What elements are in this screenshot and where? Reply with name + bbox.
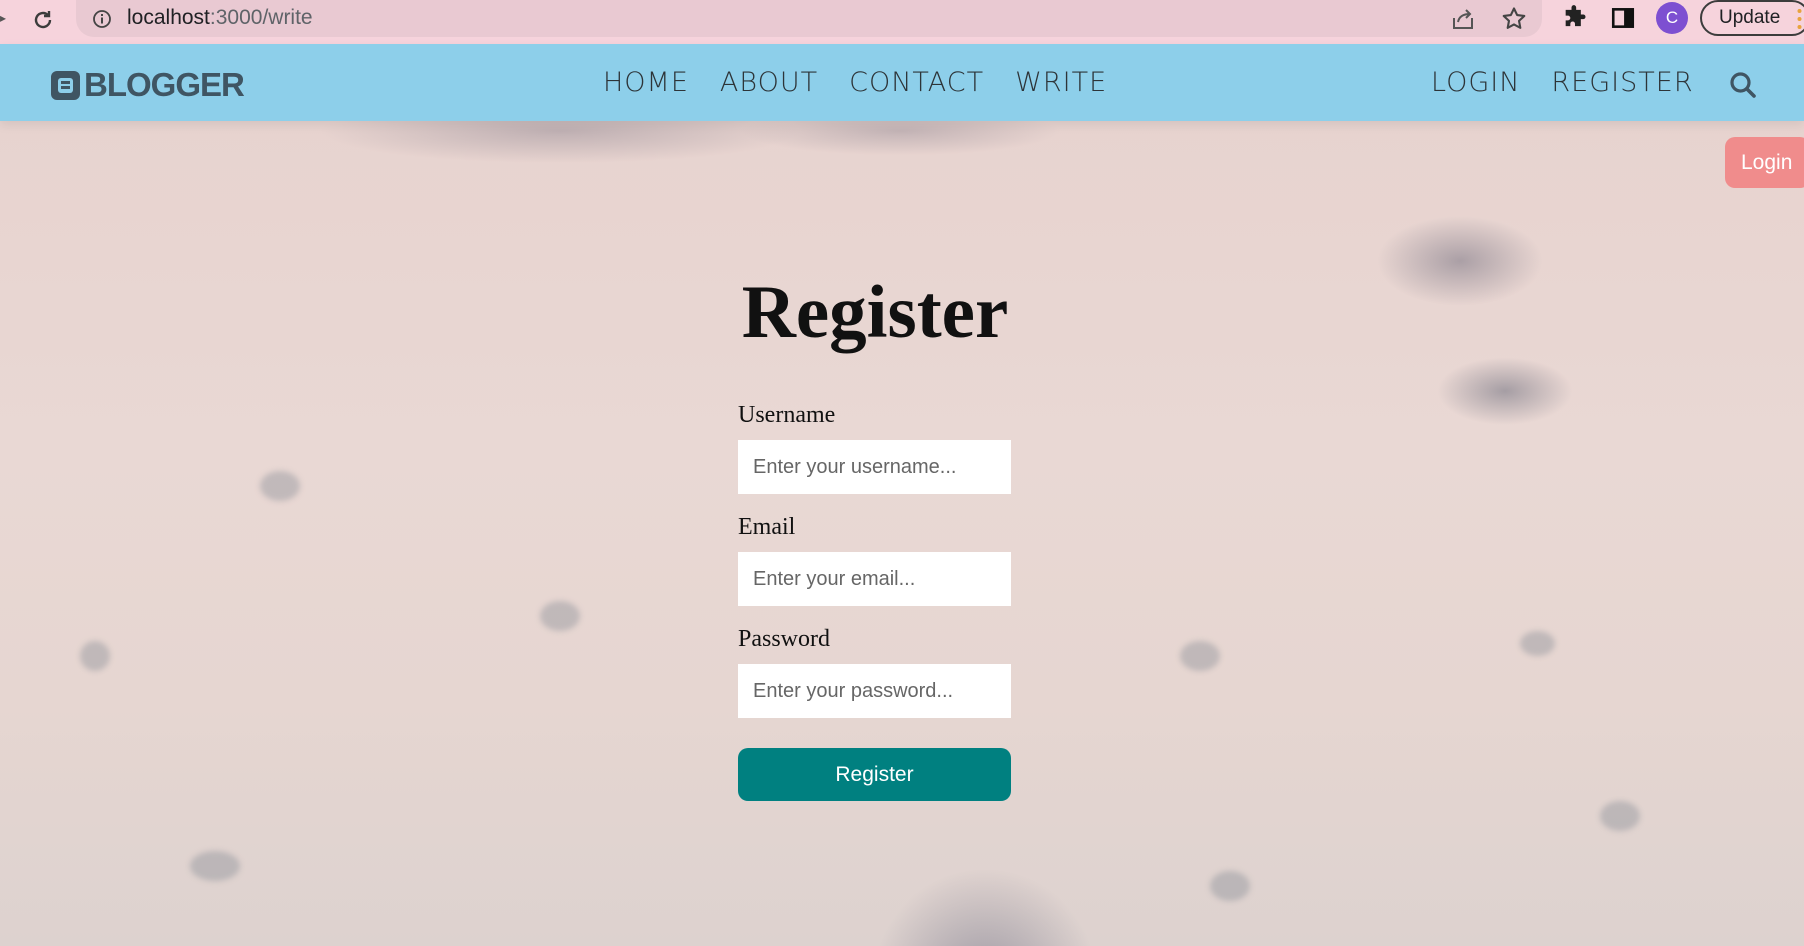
blogger-icon [51,70,80,100]
nav-login[interactable]: LOGIN [1431,66,1520,100]
bookmark-star-icon[interactable] [1500,5,1528,33]
email-label: Email [738,514,796,540]
password-label: Password [738,626,831,652]
url-host: localhost [127,6,210,29]
share-icon[interactable] [1450,6,1476,32]
floating-login-button[interactable]: Login [1725,137,1804,188]
email-input[interactable] [738,552,1011,606]
nav-about[interactable]: ABOUT [720,66,818,100]
profile-avatar[interactable]: C [1656,2,1688,34]
username-input[interactable] [738,440,1011,494]
register-submit-button[interactable]: Register [738,748,1011,801]
page-title: Register [741,271,1009,354]
search-icon[interactable] [1728,70,1758,100]
nav-contact[interactable]: CONTACT [849,66,984,100]
reload-icon[interactable] [28,5,58,35]
blogger-logo[interactable]: BLOGGER [51,66,245,104]
menu-dots-icon[interactable] [1797,8,1802,30]
address-bar[interactable]: localhost:3000/write [76,0,1542,37]
site-navbar: BLOGGER HOME ABOUT CONTACT WRITE LOGIN R… [0,44,1804,121]
side-panel-icon[interactable] [1610,5,1638,33]
nav-write[interactable]: WRITE [1015,66,1107,100]
browser-toolbar: ▸ localhost:3000/write C Update [0,0,1804,44]
site-info-icon[interactable] [92,9,112,29]
auth-nav: LOGIN REGISTER [1431,66,1725,100]
nav-home[interactable]: HOME [603,66,689,100]
url-path: :3000/write [209,6,313,29]
logo-text: BLOGGER [84,66,245,103]
url-text: localhost:3000/write [127,6,313,30]
main-nav: HOME ABOUT CONTACT WRITE [603,66,1138,100]
password-input[interactable] [738,664,1011,718]
extensions-puzzle-icon[interactable] [1561,4,1591,34]
update-button[interactable]: Update [1700,0,1804,36]
back-edge-icon: ▸ [0,11,7,25]
register-form: Username Email Password Register [738,398,1012,801]
username-label: Username [738,402,836,428]
nav-register[interactable]: REGISTER [1551,66,1693,100]
